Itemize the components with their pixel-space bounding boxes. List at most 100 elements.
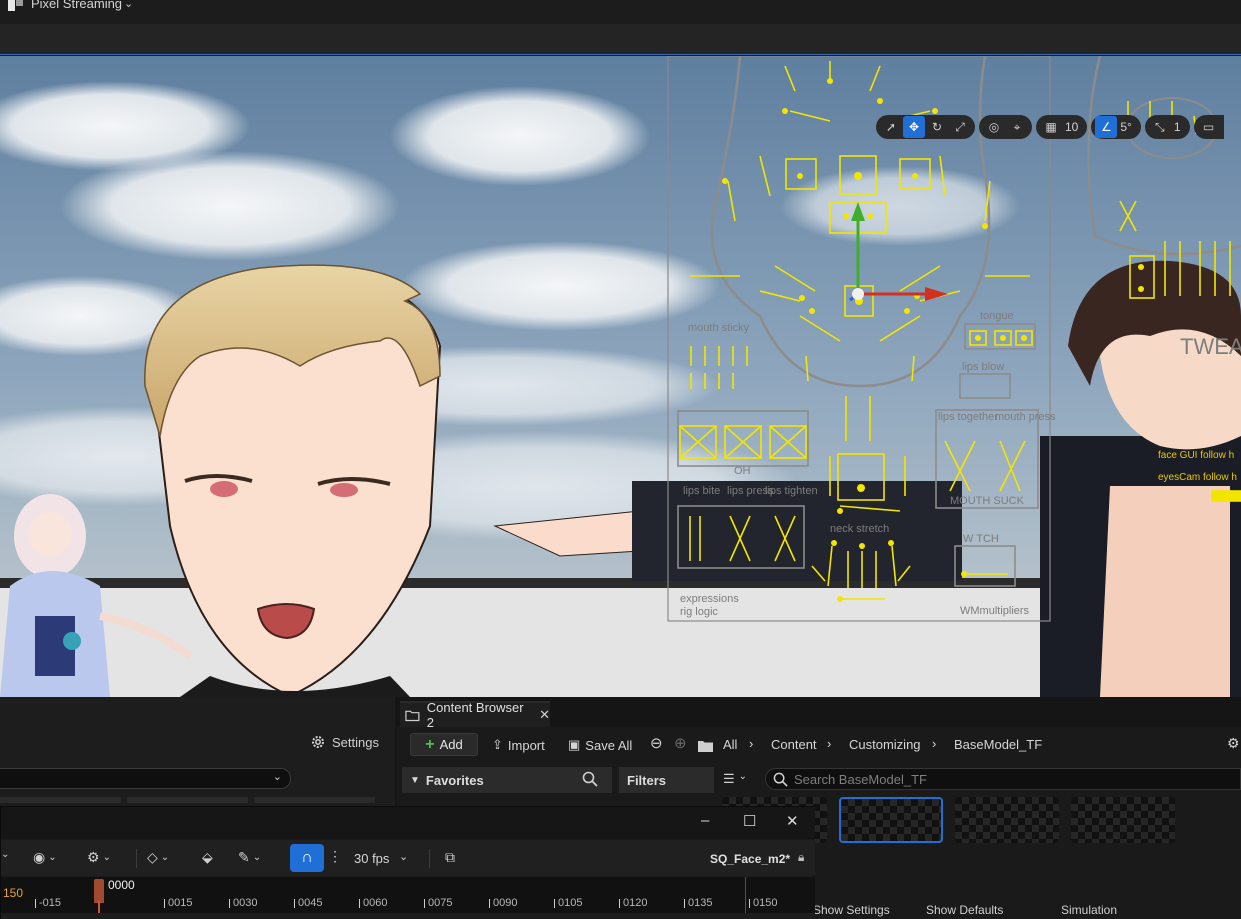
scale-snap-value[interactable]: 1	[1172, 120, 1186, 134]
separator	[136, 849, 137, 868]
svg-text:WMmultipliers: WMmultipliers	[960, 605, 1030, 617]
add-button[interactable]: + Add	[410, 733, 478, 756]
details-panel: Settings ⌄	[0, 697, 395, 807]
svg-text:rig logic: rig logic	[680, 606, 718, 618]
show-defaults-button[interactable]: Show Defaults	[926, 903, 1003, 917]
close-icon[interactable]: ✕	[786, 812, 799, 830]
rotate-icon[interactable]: ↻	[926, 116, 948, 138]
timeline-track-strip	[1, 913, 815, 919]
asset-thumbnail[interactable]	[955, 797, 1059, 843]
chevron-down-icon: ⌄	[272, 771, 282, 783]
scale-icon[interactable]: ⤢	[949, 116, 971, 138]
content-browser-tabbar: Content Browser 2 ✕	[397, 697, 1241, 730]
tick-mark	[489, 899, 490, 908]
filter-menu[interactable]: ☰ ⌄	[723, 771, 747, 787]
import-icon: ⇪	[492, 737, 503, 752]
folder-icon[interactable]	[697, 739, 714, 753]
folder-tab-icon	[405, 710, 420, 722]
rotation-snap-value[interactable]: 5°	[1118, 120, 1136, 134]
app-logo-icon	[8, 0, 23, 11]
camera-icon[interactable]: ▭	[1198, 116, 1220, 138]
tick-mark	[554, 899, 555, 908]
chevron-right-icon: ›	[932, 736, 937, 751]
tick-mark	[424, 899, 425, 908]
close-tab-icon[interactable]: ✕	[539, 707, 550, 723]
sequencer-title-bar[interactable]: – ☐ ✕	[1, 807, 815, 839]
chevron-down-icon[interactable]: ⌄	[124, 0, 133, 10]
svg-text:TWEA: TWEA	[1180, 334, 1241, 359]
translate-icon[interactable]: ✥	[903, 116, 925, 138]
grid-snap-icon[interactable]: ▦	[1040, 116, 1062, 138]
app-title[interactable]: Pixel Streaming	[31, 0, 122, 11]
breadcrumb-content[interactable]: Content	[771, 737, 817, 752]
select-icon[interactable]: ➚	[880, 116, 902, 138]
save-icon: ▣	[568, 737, 581, 752]
minimize-icon[interactable]: –	[701, 812, 709, 829]
lock-icon[interactable]: 🔒︎	[798, 850, 804, 865]
svg-text:lips blow: lips blow	[962, 361, 1004, 373]
save-all-button[interactable]: ▣ Save All	[568, 737, 632, 753]
search-placeholder: Search BaseModel_TF	[794, 771, 927, 787]
framerate-selector[interactable]: 30 fps	[354, 851, 389, 866]
keyframe-menu[interactable]: ◇ ⌄	[147, 849, 169, 866]
chevron-down-icon[interactable]: ⌄	[1, 849, 9, 860]
tick-mark	[359, 899, 360, 908]
timeline-ruler[interactable]: 150 0000 -015 0015 0030 0045 0060 0075 0090 010…	[1, 877, 815, 919]
tab-label: Content Browser 2	[426, 700, 524, 730]
scale-snap-icon[interactable]: ⤡	[1149, 116, 1171, 138]
favorites-header[interactable]: ▼ Favorites	[402, 767, 612, 793]
svg-text:mouth press: mouth press	[995, 411, 1056, 423]
svg-text:lips together: lips together	[938, 411, 998, 423]
eye-icon: ◉	[33, 849, 46, 865]
add-label: Add	[439, 737, 463, 752]
gear-icon[interactable]: ⚙	[1227, 735, 1240, 752]
back-icon[interactable]: ⊖	[650, 734, 663, 752]
tab-content-browser-2[interactable]: Content Browser 2 ✕	[400, 700, 550, 730]
tick-mark	[749, 899, 750, 908]
asset-thumbnail-selected[interactable]	[839, 797, 943, 843]
viewport-toolbar: ➚ ✥ ↻ ⤢ ◎ ⌖ ▦ 10 ∠ 5° ⤡ 1 ▭	[876, 114, 1224, 140]
settings-button[interactable]: Settings	[310, 734, 379, 750]
playhead-handle[interactable]	[94, 879, 104, 903]
asset-thumbnail[interactable]	[1071, 797, 1175, 843]
panel-dropdown[interactable]: ⌄	[0, 768, 291, 789]
tick-label: 0090	[493, 897, 518, 909]
plus-icon: +	[425, 735, 435, 753]
breadcrumb-customizing[interactable]: Customizing	[849, 737, 921, 752]
world-space-icon[interactable]: ◎	[983, 116, 1005, 138]
sequence-name: SQ_Face_m2*	[710, 852, 791, 866]
breadcrumb-all[interactable]: All	[723, 737, 737, 752]
add-key-icon[interactable]: ⬙	[202, 849, 213, 866]
svg-text:mouth sticky: mouth sticky	[688, 322, 750, 334]
maximize-icon[interactable]: ☐	[743, 812, 756, 830]
surface-snap-icon[interactable]: ⌖	[1006, 116, 1028, 138]
show-settings-button[interactable]: Show Settings	[813, 903, 890, 917]
rotation-snap-group: ∠ 5°	[1091, 115, 1141, 139]
chevron-down-icon[interactable]: ⌄	[399, 850, 408, 863]
svg-text:MOUTH SUCK: MOUTH SUCK	[950, 495, 1025, 507]
search-icon[interactable]	[582, 771, 598, 787]
asset-search-input[interactable]: Search BaseModel_TF	[765, 768, 1241, 790]
filters-button[interactable]: Filters	[619, 767, 714, 793]
breadcrumb-basemodel-tf[interactable]: BaseModel_TF	[954, 737, 1042, 752]
panel-rows	[0, 797, 375, 803]
import-button[interactable]: ⇪ Import	[492, 737, 545, 753]
forward-icon[interactable]: ⊕	[674, 734, 687, 752]
snap-toggle-button[interactable]: ∩	[290, 844, 324, 872]
level-viewport[interactable]: mouth sticky tongue lips blow lips toget…	[0, 56, 1241, 697]
grid-snap-value[interactable]: 10	[1063, 120, 1083, 134]
rotation-snap-icon[interactable]: ∠	[1095, 116, 1118, 138]
edit-menu[interactable]: ✎ ⌄	[238, 849, 261, 866]
camera-speed-group: ▭	[1193, 115, 1224, 139]
tick-label: 0030	[233, 897, 258, 909]
visibility-menu[interactable]: ◉ ⌄	[33, 849, 57, 866]
tick-mark	[294, 899, 295, 908]
actions-menu[interactable]: ⚙ ⌄	[87, 849, 111, 866]
simulation-button[interactable]: Simulation	[1061, 903, 1117, 917]
start-frame-value[interactable]: 150	[3, 886, 23, 900]
separator	[429, 849, 430, 868]
coordinate-space-group: ◎ ⌖	[979, 115, 1032, 139]
gear-play-icon: ⚙	[87, 849, 100, 865]
snap-options-icon[interactable]: ⋮	[328, 848, 342, 865]
curve-editor-icon[interactable]: ⧉	[445, 849, 455, 866]
